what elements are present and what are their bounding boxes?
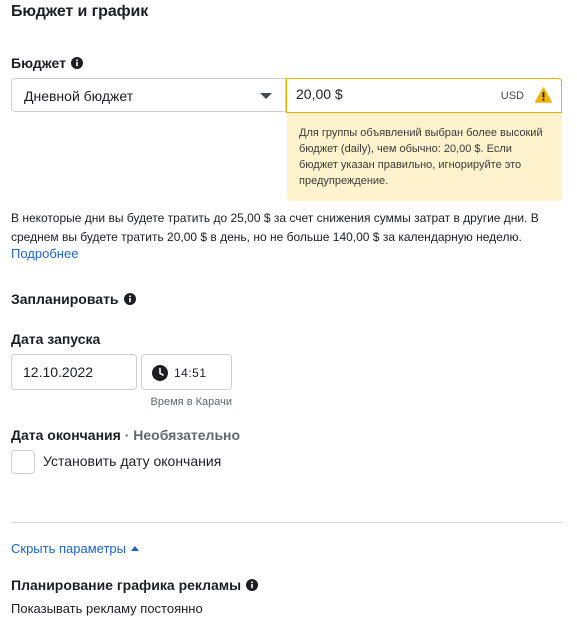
ad-scheduling-label: Планирование графика рекламы [11,577,242,593]
hide-options-label: Скрыть параметры [11,541,126,556]
budget-label-row: Бюджет [11,55,83,71]
learn-more-link[interactable]: Подробнее [11,246,78,261]
caret-down-icon [260,93,272,99]
warning-icon [535,87,552,103]
set-end-date-label[interactable]: Установить дату окончания [43,453,221,469]
end-date-label-row: Дата окончания · Необязательно [11,427,240,443]
budget-warning-message: Для группы объявлений выбран более высок… [287,113,562,201]
budget-amount-input[interactable] [296,86,476,102]
end-date-label: Дата окончания [11,427,121,443]
budget-type-value: Дневной бюджет [24,88,134,104]
schedule-label-row: Запланировать [11,291,136,307]
hide-options-toggle[interactable]: Скрыть параметры [11,541,139,556]
start-date-label: Дата запуска [11,331,101,347]
currency-label: USD [500,90,524,102]
start-time-value: 14:51 [174,366,207,380]
info-icon[interactable] [246,579,259,591]
divider [11,522,562,523]
budget-label: Бюджет [11,55,66,71]
timezone-label: Время в Карачи [150,396,232,408]
clock-icon [152,365,168,381]
budget-amount-field[interactable]: USD [286,78,562,113]
optional-label: · Необязательно [120,427,241,443]
section-title: Бюджет и график [11,3,149,20]
start-date-input[interactable] [23,364,123,380]
budget-type-select[interactable]: Дневной бюджет [11,78,286,112]
ad-scheduling-value: Показывать рекламу постоянно [11,601,203,616]
info-icon[interactable] [123,293,136,305]
budget-note: В некоторые дни вы будете тратить до 25,… [11,211,539,244]
start-date-field[interactable] [11,354,137,390]
start-time-field[interactable]: 14:51 [141,354,232,390]
schedule-label: Запланировать [11,291,119,307]
ad-scheduling-label-row: Планирование графика рекламы [11,577,259,593]
chevron-up-icon [130,546,139,551]
info-icon[interactable] [70,57,83,69]
set-end-date-checkbox[interactable] [11,450,35,474]
